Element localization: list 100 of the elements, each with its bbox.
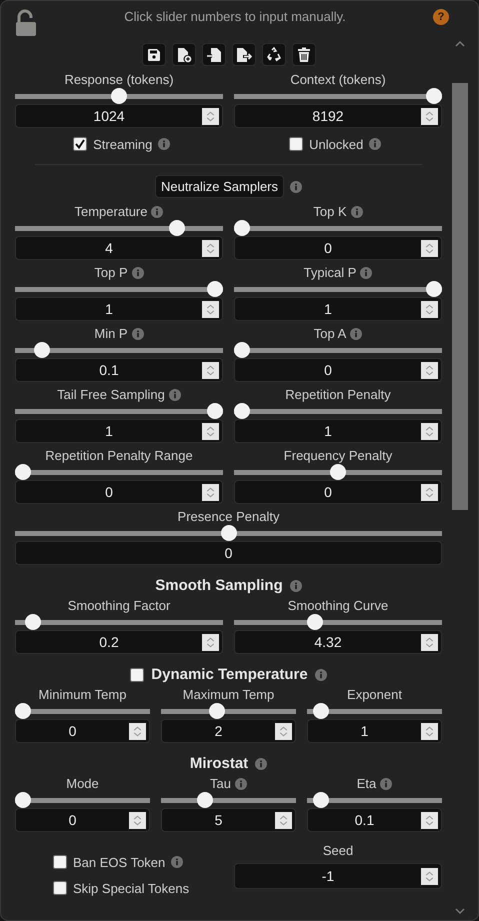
slider-thumb[interactable] (207, 403, 223, 419)
neutralize-samplers-button[interactable]: Neutralize Samplers (154, 175, 284, 198)
info-icon[interactable] (171, 856, 184, 868)
spinner-button[interactable] (202, 634, 219, 650)
unlocked-padlock-icon[interactable] (15, 9, 37, 37)
slider-thumb[interactable] (234, 403, 250, 419)
checkbox[interactable] (53, 881, 67, 895)
slider-thumb[interactable] (34, 342, 50, 358)
slider-thumb[interactable] (15, 464, 31, 480)
slider-label: Response (tokens) (64, 72, 174, 87)
new-preset-button[interactable] (172, 43, 196, 66)
slider-thumb[interactable] (24, 614, 41, 630)
info-icon[interactable] (369, 138, 382, 150)
spinner-button[interactable] (421, 484, 438, 500)
number-field[interactable]: 4.32 (234, 630, 442, 654)
number-field[interactable]: 2 (161, 719, 296, 743)
spinner-button[interactable] (421, 868, 438, 884)
number-field[interactable]: 0.1 (307, 808, 442, 832)
number-field[interactable]: 0.1 (15, 358, 223, 382)
number-field[interactable]: 0 (234, 480, 442, 504)
number-field[interactable]: 0.2 (15, 630, 223, 654)
info-icon[interactable] (168, 388, 181, 400)
seed-field[interactable]: -1 (234, 863, 442, 889)
info-icon[interactable] (290, 580, 302, 592)
slider-thumb[interactable] (111, 88, 127, 104)
slider-thumb[interactable] (234, 220, 250, 236)
info-icon[interactable] (314, 668, 327, 680)
delete-button[interactable] (292, 43, 316, 66)
scrollbar-thumb[interactable] (452, 83, 468, 510)
number-field[interactable]: 1 (15, 419, 223, 443)
spinner-button[interactable] (202, 300, 219, 318)
spinner-button[interactable] (421, 240, 438, 256)
spinner-button[interactable] (421, 108, 438, 124)
spinner-button[interactable] (421, 300, 438, 318)
number-field[interactable]: 8192 (234, 104, 442, 128)
spinner-button[interactable] (129, 812, 146, 828)
spinner-button[interactable] (129, 722, 146, 740)
checkbox[interactable] (53, 855, 67, 869)
spinner-button[interactable] (421, 722, 438, 740)
spinner-button[interactable] (421, 362, 438, 378)
slider-thumb[interactable] (330, 464, 346, 480)
info-icon[interactable] (290, 180, 302, 192)
slider-thumb[interactable] (234, 342, 250, 358)
info-icon[interactable] (158, 138, 170, 150)
scroll-up-icon[interactable] (455, 41, 465, 47)
info-icon[interactable] (255, 758, 268, 770)
slider-thumb[interactable] (426, 281, 442, 297)
number-field[interactable]: 1 (234, 419, 442, 443)
slider-thumb[interactable] (312, 703, 329, 719)
number-field[interactable]: 0 (234, 358, 442, 382)
info-icon[interactable] (360, 266, 372, 278)
info-icon[interactable] (132, 266, 144, 278)
number-field[interactable]: 0 (15, 480, 223, 504)
number-field[interactable]: 1 (15, 297, 223, 321)
info-icon[interactable] (234, 778, 247, 790)
spinner-button[interactable] (275, 812, 292, 828)
spinner-button[interactable] (421, 634, 438, 650)
checkbox[interactable] (130, 668, 144, 682)
info-icon[interactable] (380, 778, 392, 790)
number-field[interactable]: 0 (15, 808, 150, 832)
help-button[interactable]: ? (433, 9, 449, 25)
save-button[interactable] (142, 43, 166, 66)
spinner-button[interactable] (202, 362, 219, 378)
number-field[interactable]: 1 (234, 297, 442, 321)
slider-thumb[interactable] (207, 281, 223, 297)
number-field[interactable]: 0 (15, 719, 150, 743)
slider-thumb[interactable] (15, 792, 31, 808)
number-field[interactable]: 4 (15, 236, 223, 260)
scroll-down-icon[interactable] (455, 908, 465, 914)
spinner-button[interactable] (202, 422, 219, 440)
spinner-button[interactable] (421, 422, 438, 440)
slider-thumb[interactable] (426, 88, 442, 104)
spinner-button[interactable] (275, 722, 292, 740)
spinner-button[interactable] (202, 108, 219, 124)
import-button[interactable] (202, 43, 226, 66)
export-button[interactable] (232, 43, 256, 66)
info-icon[interactable] (132, 328, 144, 340)
spinner-button[interactable] (202, 484, 219, 500)
number-field[interactable]: 0 (234, 236, 442, 260)
number-field[interactable]: 1024 (15, 104, 223, 128)
slider-thumb[interactable] (15, 703, 31, 719)
spinner-button[interactable] (421, 812, 438, 828)
info-icon[interactable] (151, 206, 164, 218)
slider-thumb[interactable] (208, 703, 225, 719)
slider-thumb[interactable] (168, 220, 185, 236)
slider-thumb[interactable] (196, 792, 213, 808)
spinner-button[interactable] (202, 240, 219, 256)
file-import-icon (206, 46, 222, 62)
slider-thumb[interactable] (220, 525, 236, 541)
restore-button[interactable] (262, 43, 286, 66)
number-field[interactable]: 5 (161, 808, 296, 832)
slider-thumb[interactable] (312, 792, 329, 808)
info-icon[interactable] (350, 328, 362, 340)
slider-label: Tau (210, 776, 231, 791)
slider-thumb[interactable] (306, 614, 323, 630)
number-field[interactable]: 1 (307, 719, 442, 743)
checkbox[interactable] (73, 137, 88, 151)
checkbox[interactable] (289, 137, 304, 151)
number-field[interactable]: 0 (15, 541, 442, 565)
info-icon[interactable] (350, 206, 363, 218)
